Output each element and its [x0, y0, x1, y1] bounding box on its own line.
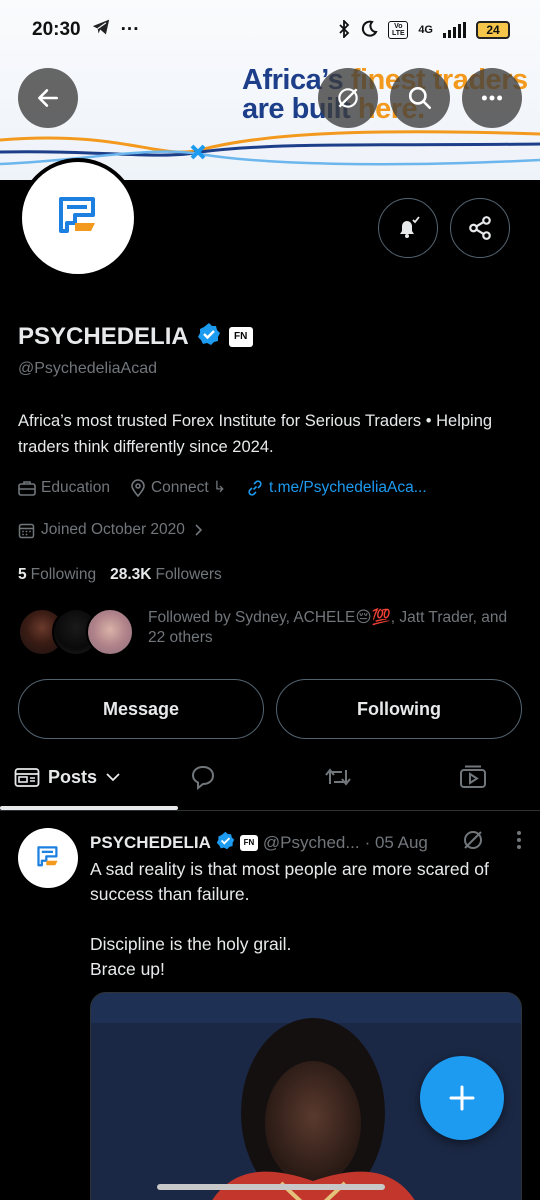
notify-button[interactable]: [378, 198, 438, 258]
tab-media[interactable]: [405, 744, 540, 810]
tweet-header: PSYCHEDELIA FN @Psyched... · 05 Aug: [90, 828, 530, 857]
followers-you-know-avatars: [18, 608, 136, 658]
search-icon: [408, 86, 432, 110]
psychedelia-logo: [59, 197, 95, 233]
message-button[interactable]: Message: [18, 679, 264, 739]
share-icon: [469, 216, 491, 240]
category-item: Education: [18, 479, 110, 497]
psychedelia-logo: [37, 846, 58, 867]
volte-icon: Vo LTE: [388, 21, 409, 39]
search-button[interactable]: [390, 68, 450, 128]
tweet-date[interactable]: · 05 Aug: [365, 833, 428, 853]
back-button[interactable]: [18, 68, 78, 128]
share-button[interactable]: [450, 198, 510, 258]
tab-posts[interactable]: Posts: [0, 744, 135, 810]
profile-avatar[interactable]: [18, 158, 138, 278]
location-pin-icon: [131, 478, 145, 497]
grok-icon[interactable]: [461, 828, 485, 857]
more-notifications-icon: ···: [120, 19, 140, 40]
followed-by-text: Followed by Sydney, ACHELE😔💯, Jatt Trade…: [148, 609, 508, 646]
profile-bio: Africa’s most trusted Forex Institute fo…: [18, 412, 493, 456]
following-button-label: Following: [357, 698, 441, 719]
chevron-right-icon: [195, 524, 203, 536]
tweet-author-name[interactable]: PSYCHEDELIA: [90, 833, 211, 853]
video-media-icon: [459, 765, 486, 788]
tweet-avatar[interactable]: [18, 828, 78, 888]
followers-label: Followers: [155, 566, 222, 583]
following-stat[interactable]: 5 Following: [18, 566, 96, 584]
briefcase-icon: [18, 480, 36, 496]
followed-by-row[interactable]: Followed by Sydney, ACHELE😔💯, Jatt Trade…: [18, 608, 526, 658]
following-button[interactable]: Following: [276, 679, 522, 739]
tabs-divider: [0, 810, 540, 811]
affiliate-badge[interactable]: FN: [228, 326, 253, 347]
plus-icon: [449, 1085, 475, 1111]
profile-name-row: PSYCHEDELIA FN: [18, 322, 253, 351]
joined-row[interactable]: Joined October 2020: [18, 521, 205, 539]
posts-icon: [14, 768, 40, 787]
verified-badge-icon: [216, 831, 235, 855]
verified-badge-icon: [197, 322, 221, 351]
calendar-icon: [18, 523, 35, 538]
profile-handle: @PsychedeliaAcad: [18, 360, 157, 377]
bluetooth-icon: [338, 18, 350, 41]
profile-meta: Education Connect ↳ t.me/PsychedeliaAca.…: [18, 478, 441, 497]
telegram-icon: [91, 18, 111, 42]
tweet-line: Discipline is the holy grail.: [90, 934, 292, 954]
more-options-button[interactable]: [462, 68, 522, 128]
tab-replies[interactable]: [135, 744, 270, 810]
profile-tabs: Posts: [0, 744, 540, 810]
reply-bubble-icon: [191, 765, 214, 790]
battery-icon: 24: [476, 21, 510, 39]
tab-reposts[interactable]: [270, 744, 405, 810]
joined-label: Joined October 2020: [41, 521, 185, 538]
moon-icon: [360, 20, 378, 41]
link-icon: [248, 479, 262, 496]
followers-stat[interactable]: 28.3K Followers: [110, 566, 222, 584]
bell-check-icon: [400, 216, 420, 238]
follow-stats: 5 Following 28.3K Followers: [18, 566, 222, 584]
repost-icon: [324, 768, 351, 786]
location-item: Connect ↳: [130, 478, 226, 497]
grok-button[interactable]: [318, 68, 378, 128]
following-count: 5: [18, 566, 27, 583]
compose-post-button[interactable]: [420, 1056, 504, 1140]
location-label: Connect ↳: [150, 479, 226, 496]
tweet-line: A sad reality is that most people are mo…: [90, 859, 489, 904]
website-label: t.me/PsychedeliaAca...: [268, 478, 427, 496]
home-indicator[interactable]: [157, 1184, 385, 1190]
tab-posts-label: Posts: [47, 766, 98, 787]
battery-level: 24: [486, 23, 500, 37]
network-label: 4G: [418, 24, 433, 36]
arrow-left-icon: [38, 89, 58, 107]
profile-name: PSYCHEDELIA: [18, 322, 189, 350]
follower-avatar: [86, 608, 134, 656]
tweet-text: A sad reality is that most people are mo…: [90, 857, 520, 982]
signal-icon: [443, 22, 466, 38]
tweet-line: Brace up!: [90, 959, 165, 979]
message-label: Message: [102, 698, 180, 719]
website-link[interactable]: t.me/PsychedeliaAca...: [246, 479, 427, 497]
followers-count: 28.3K: [110, 566, 152, 583]
chevron-down-icon: [106, 773, 120, 782]
affiliate-badge: FN: [239, 834, 258, 851]
status-time: 20:30: [32, 19, 81, 40]
following-label: Following: [30, 566, 97, 583]
category-label: Education: [41, 478, 110, 496]
tweet-more-icon[interactable]: [516, 830, 522, 855]
tweet-author-handle[interactable]: @Psyched...: [263, 833, 360, 853]
more-dots-icon: [481, 95, 503, 101]
grok-icon: [338, 88, 358, 108]
status-bar: 20:30 ··· Vo LTE 4G 24: [0, 0, 540, 60]
